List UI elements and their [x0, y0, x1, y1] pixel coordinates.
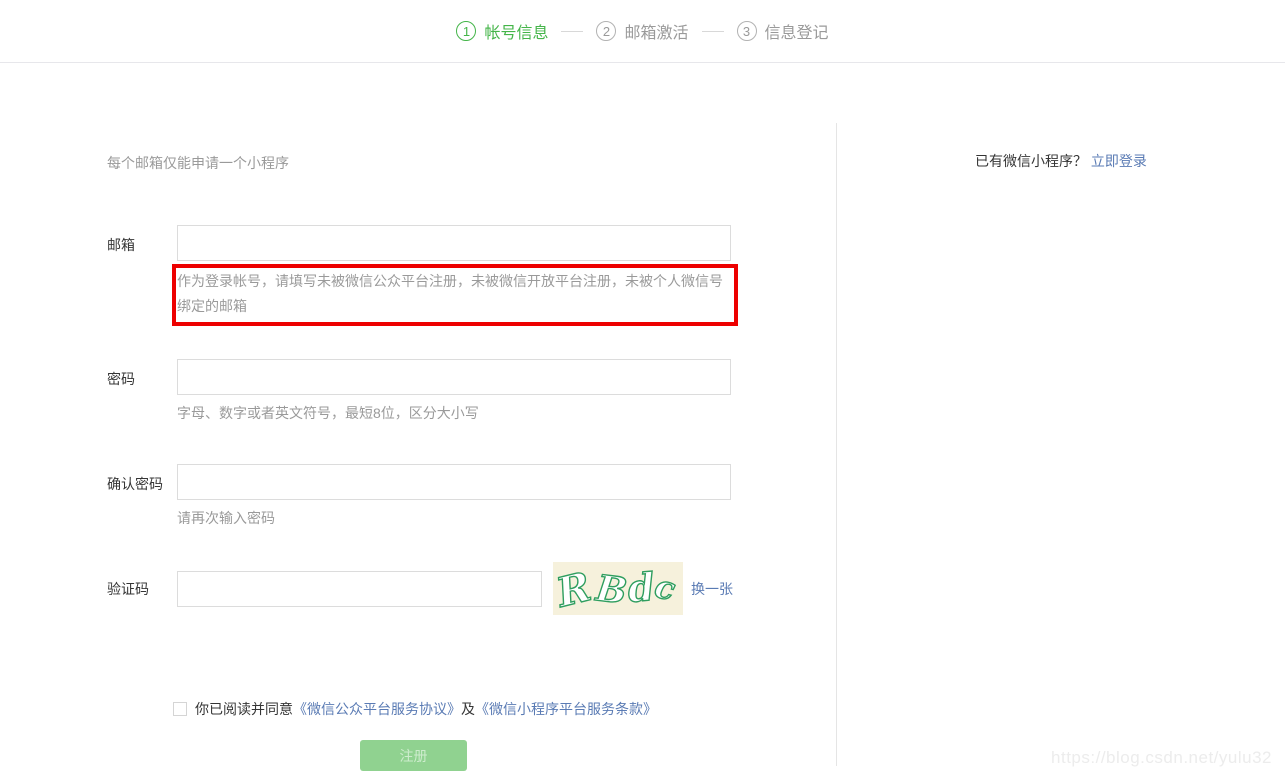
email-field-area: 作为登录帐号，请填写未被微信公众平台注册，未被微信开放平台注册，未被个人微信号绑… [172, 225, 738, 326]
email-hint: 作为登录帐号，请填写未被微信公众平台注册，未被微信开放平台注册，未被个人微信号绑… [177, 273, 723, 314]
confirm-password-label: 确认密码 [107, 476, 163, 492]
vertical-divider [836, 123, 837, 766]
password-field-area: 字母、数字或者英文符号，最短8位，区分大小写 [177, 359, 731, 423]
registration-form: 每个邮箱仅能申请一个小程序 邮箱 作为登录帐号，请填写未被微信公众平台注册，未被… [0, 63, 836, 771]
password-input[interactable] [177, 359, 731, 395]
captcha-row: 验证码 R B d c 换一张 [107, 562, 836, 615]
captcha-image[interactable]: R B d c [553, 562, 683, 615]
step-info-registration: 3 信息登记 [736, 19, 829, 43]
email-input[interactable] [177, 225, 731, 261]
form-intro: 每个邮箱仅能申请一个小程序 [107, 155, 289, 171]
confirm-password-input[interactable] [177, 464, 731, 500]
csdn-watermark: https://blog.csdn.net/yulu32 [1051, 748, 1272, 767]
step-email-activation: 2 邮箱激活 [596, 19, 689, 43]
stepper-header: 1 帐号信息 2 邮箱激活 3 信息登记 [0, 0, 1285, 63]
step-1-number-icon: 1 [456, 21, 477, 41]
email-label: 邮箱 [107, 237, 135, 253]
captcha-char: B [593, 567, 629, 613]
step-3-label: 信息登记 [764, 25, 829, 42]
registration-page: 1 帐号信息 2 邮箱激活 3 信息登记 每个邮箱仅能申请一个小程序 邮箱 作为… [0, 0, 1285, 776]
email-row: 邮箱 作为登录帐号，请填写未被微信公众平台注册，未被微信开放平台注册，未被个人微… [107, 225, 836, 326]
step-separator [561, 30, 584, 32]
confirm-password-hint: 请再次输入密码 [177, 510, 275, 526]
captcha-label: 验证码 [107, 580, 149, 597]
agreement-conjunction: 及 [461, 701, 475, 717]
captcha-refresh-link[interactable]: 换一张 [691, 579, 733, 599]
annotation-highlight-box: 作为登录帐号，请填写未被微信公众平台注册，未被微信开放平台注册，未被个人微信号绑… [172, 264, 738, 326]
existing-account-question: 已有微信小程序？ [975, 153, 1087, 169]
captcha-input[interactable] [177, 570, 542, 607]
confirm-password-field-area: 请再次输入密码 [177, 464, 731, 528]
password-row: 密码 字母、数字或者英文符号，最短8位，区分大小写 [107, 359, 836, 423]
password-label: 密码 [107, 371, 135, 387]
miniprogram-terms-link[interactable]: 《微信小程序平台服务条款》 [475, 699, 657, 719]
registration-stepper: 1 帐号信息 2 邮箱激活 3 信息登记 [456, 19, 829, 43]
service-agreement-link[interactable]: 《微信公众平台服务协议》 [293, 699, 461, 719]
confirm-password-row: 确认密码 请再次输入密码 [107, 464, 836, 528]
login-now-link[interactable]: 立即登录 [1091, 153, 1147, 169]
register-button[interactable]: 注册 [360, 740, 467, 771]
agreement-prefix: 你已阅读并同意 [195, 701, 293, 717]
side-panel: 已有微信小程序？ 立即登录 [975, 151, 1147, 171]
step-2-number-icon: 2 [596, 21, 617, 41]
step-1-label: 帐号信息 [484, 25, 549, 42]
step-separator [701, 30, 724, 32]
step-2-label: 邮箱激活 [624, 25, 689, 42]
step-account-info: 1 帐号信息 [456, 19, 548, 43]
agreement-row: 你已阅读并同意 《微信公众平台服务协议》 及 《微信小程序平台服务条款》 [173, 699, 836, 719]
agreement-checkbox[interactable] [173, 702, 187, 716]
password-hint: 字母、数字或者英文符号，最短8位，区分大小写 [177, 405, 479, 421]
step-3-number-icon: 3 [736, 21, 757, 41]
captcha-field-area: R B d c 换一张 [177, 562, 733, 615]
